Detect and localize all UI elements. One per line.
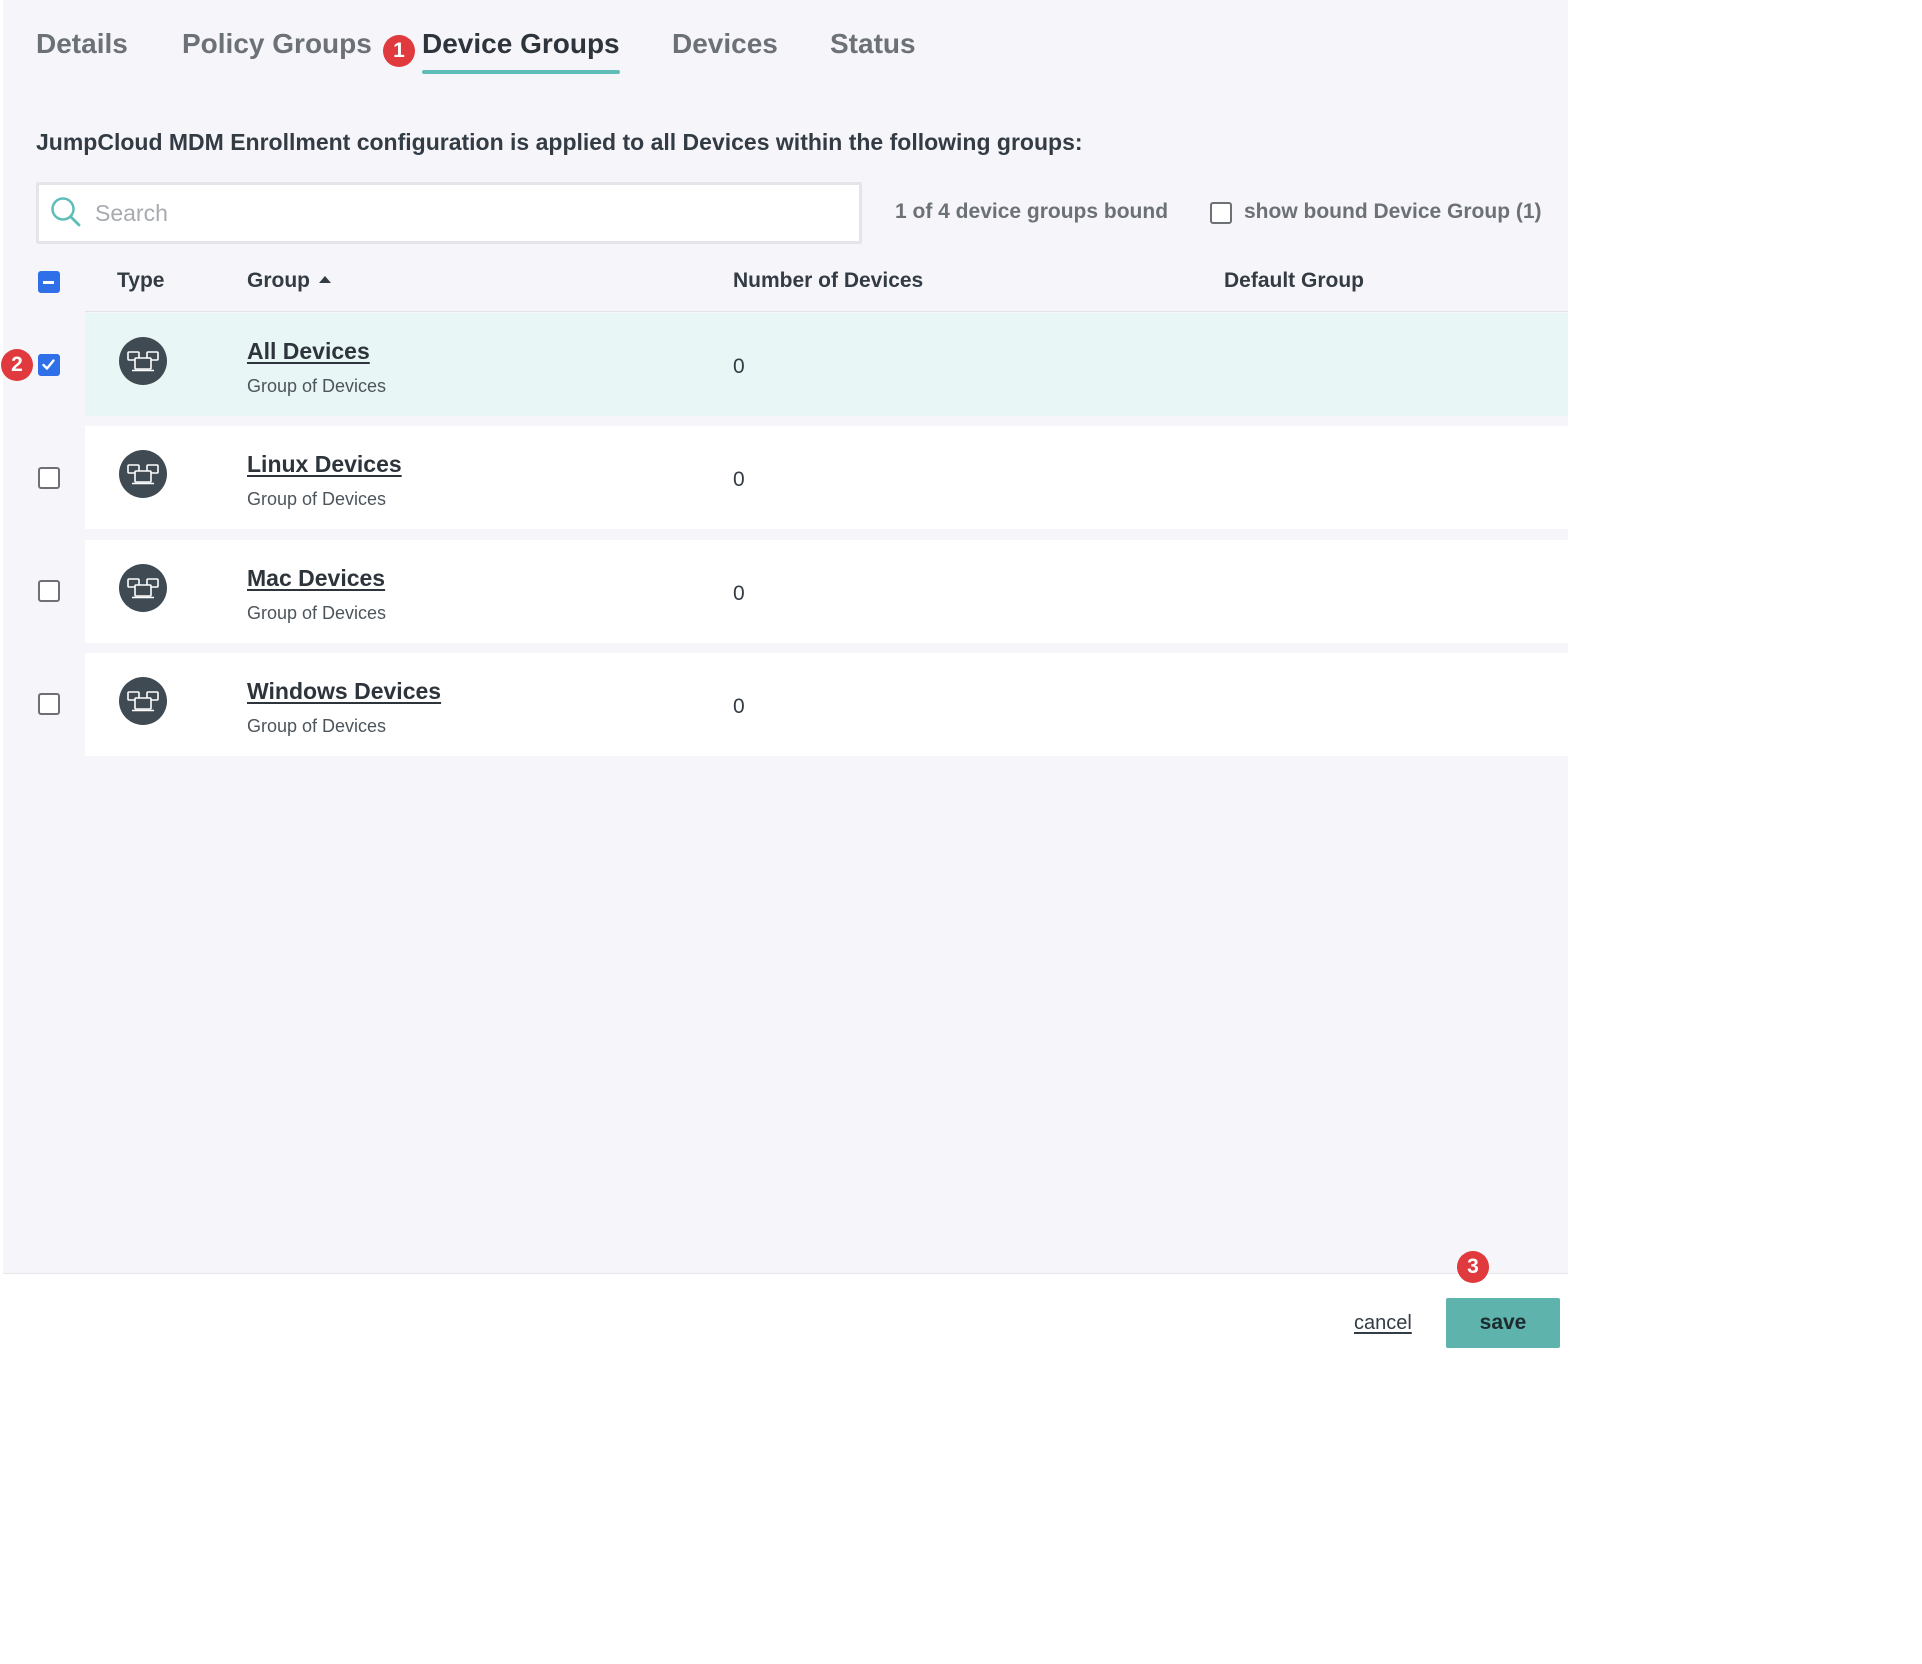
sort-ascending-icon [319, 276, 331, 283]
group-type-label: Group of Devices [247, 716, 387, 736]
group-type-label: Group of Devices [247, 376, 387, 396]
annotation-badge-1: 1 [383, 35, 415, 67]
group-type-label: Group of Devices [247, 603, 387, 623]
group-name-link[interactable]: Mac Devices [247, 565, 385, 592]
column-header-default-group: Default Group [1224, 269, 1364, 292]
row-checkbox-mac-devices[interactable] [38, 580, 60, 602]
device-count: 0 [733, 582, 745, 605]
group-name-link[interactable]: Windows Devices [247, 678, 441, 705]
table-row[interactable]: Linux Devices Group of Devices 0 [85, 426, 1568, 529]
annotation-badge-2: 2 [1, 349, 33, 381]
tab-devices[interactable]: Devices [672, 28, 778, 60]
device-count: 0 [733, 355, 745, 378]
tab-details[interactable]: Details [36, 28, 128, 60]
header-divider [85, 311, 1568, 312]
show-bound-checkbox[interactable] [1210, 202, 1232, 224]
device-count: 0 [733, 468, 745, 491]
checkmark-icon [42, 359, 55, 370]
table-row[interactable]: Windows Devices Group of Devices 0 [85, 653, 1568, 756]
search-input[interactable] [95, 185, 845, 241]
group-name-link[interactable]: All Devices [247, 338, 370, 365]
annotation-badge-3: 3 [1457, 1251, 1489, 1283]
search-icon [51, 197, 81, 227]
page-description: JumpCloud MDM Enrollment configuration i… [36, 129, 1083, 155]
device-count: 0 [733, 695, 745, 718]
device-group-icon [119, 450, 167, 498]
row-checkbox-linux-devices[interactable] [38, 467, 60, 489]
tab-device-groups[interactable]: Device Groups [422, 28, 620, 74]
group-type-label: Group of Devices [247, 489, 387, 509]
row-checkbox-all-devices[interactable] [38, 354, 60, 376]
cancel-button[interactable]: cancel [1354, 1312, 1412, 1335]
tab-status[interactable]: Status [830, 28, 916, 60]
column-header-group-label: Group [247, 269, 310, 292]
show-bound-label[interactable]: show bound Device Group (1) [1244, 200, 1542, 224]
footer-divider [3, 1273, 1568, 1274]
tab-policy-groups[interactable]: Policy Groups [182, 28, 372, 60]
device-group-icon [119, 337, 167, 385]
column-header-type: Type [117, 269, 165, 292]
save-button[interactable]: save [1446, 1298, 1560, 1348]
table-row[interactable]: All Devices Group of Devices 0 [85, 313, 1568, 416]
table-row[interactable]: Mac Devices Group of Devices 0 [85, 540, 1568, 643]
device-group-icon [119, 564, 167, 612]
device-group-icon [119, 677, 167, 725]
row-checkbox-windows-devices[interactable] [38, 693, 60, 715]
column-header-group[interactable]: Group [247, 269, 331, 293]
search-box [36, 182, 862, 244]
select-all-checkbox[interactable] [38, 271, 60, 293]
bound-count-text: 1 of 4 device groups bound [895, 200, 1169, 223]
group-name-link[interactable]: Linux Devices [247, 451, 402, 478]
column-header-number-of-devices: Number of Devices [733, 269, 924, 292]
